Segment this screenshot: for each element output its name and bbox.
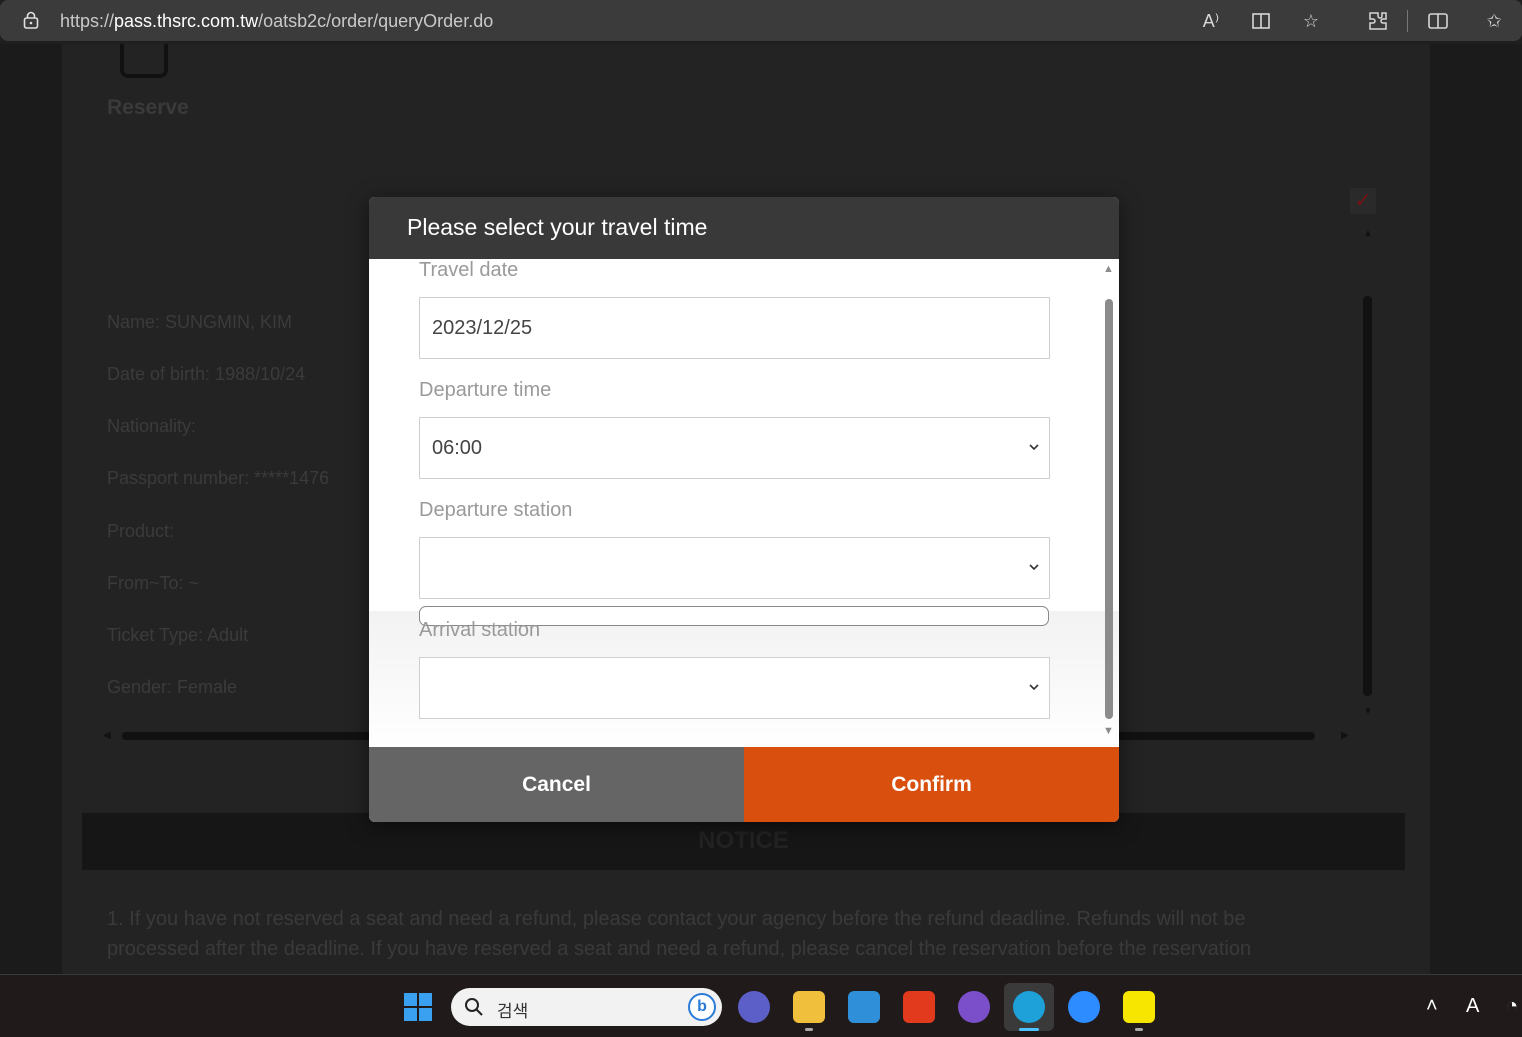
chevron-down-icon [1029,564,1039,571]
edge-icon[interactable] [1013,991,1045,1023]
kakaotalk-icon[interactable] [1123,991,1155,1023]
chevron-down-icon [1029,444,1039,451]
notepad-icon[interactable] [848,991,880,1023]
departure-station-label: Departure station [419,499,573,521]
departure-station-select[interactable] [419,537,1050,599]
running-indicator [1135,1028,1143,1031]
scroll-down-arrow-icon: ▼ [1363,706,1373,717]
lock-icon[interactable] [22,11,40,29]
info-passport: Passport number: *****1476 [107,468,330,488]
info-route: From~To: ~ [107,573,200,593]
dialog-title: Please select your travel time [407,214,708,240]
info-name: Name: SUNGMIN, KIM [107,312,293,332]
departure-time-value: 06:00 [432,437,483,459]
info-ticket-type: Ticket Type: Adult [107,625,249,645]
read-aloud-icon[interactable]: A⁾ [1199,9,1223,33]
zoom-icon[interactable] [1068,991,1100,1023]
dialog-scroll-down-icon[interactable]: ▼ [1103,725,1114,737]
travel-date-input[interactable]: 2023/12/25 [419,297,1050,359]
scroll-left-arrow-icon: ◀ [103,730,111,741]
address-bar[interactable]: https://pass.thsrc.com.tw/oatsb2c/order/… [0,0,1522,41]
reserve-icon [120,44,168,78]
windows-taskbar: 검색 b ˄ A ◔ [0,974,1522,1037]
split-screen-icon[interactable] [1426,9,1450,33]
immersive-reader-icon[interactable] [1250,9,1274,33]
vertical-scrollbar [1363,296,1372,696]
chevron-down-icon [1029,684,1039,691]
dialog-body: Travel date 2023/12/25 Departure time 06… [369,259,1119,747]
scroll-up-arrow-icon: ▲ [1363,228,1373,239]
confirm-button[interactable]: Confirm [744,747,1119,822]
scroll-right-arrow-icon: ▶ [1341,730,1349,741]
url-path: /oatsb2c/order/queryOrder.do [258,11,494,31]
toolbar-divider [1407,10,1408,32]
copilot-icon[interactable] [958,991,990,1023]
url-host: pass.thsrc.com.tw [114,11,259,31]
input-method-icon[interactable]: A [1466,995,1479,1018]
active-indicator [1019,1028,1039,1031]
notice-text: 1. If you have not reserved a seat and n… [107,908,1252,960]
checkbox-checked-icon: ✓ [1350,188,1376,214]
info-nationality: Nationality: [107,416,197,436]
dialog-scrollbar-thumb[interactable] [1105,299,1113,719]
cancel-button[interactable]: Cancel [369,747,744,822]
search-placeholder: 검색 [497,1002,529,1022]
notice-title: NOTICE [698,827,789,854]
tray-chevron-up-icon[interactable]: ˄ [1426,995,1438,1018]
file-explorer-icon[interactable] [793,991,825,1023]
office-icon[interactable] [903,991,935,1023]
extensions-icon[interactable] [1366,9,1390,33]
info-product: Product: [107,521,175,541]
url-text[interactable]: https://pass.thsrc.com.tw/oatsb2c/order/… [60,11,493,32]
bing-icon[interactable]: b [688,993,716,1021]
reserve-label: Reserve [107,96,189,119]
travel-date-value: 2023/12/25 [432,317,533,339]
info-gender: Gender: Female [107,677,238,697]
departure-time-label: Departure time [419,379,552,401]
running-indicator [805,1028,813,1031]
travel-date-label: Travel date [419,259,519,281]
favorites-collection-icon[interactable]: ✩ [1482,9,1506,33]
windows-start-icon[interactable] [402,991,434,1023]
taskbar-search-box[interactable]: 검색 b [451,988,722,1026]
arrival-station-label: Arrival station [419,619,541,641]
info-birth: Date of birth: 1988/10/24 [107,364,306,384]
travel-time-dialog: Please select your travel time Travel da… [369,197,1119,822]
dialog-header: Please select your travel time [369,197,1119,259]
search-icon [465,998,483,1016]
wifi-icon[interactable]: ◔ [1506,995,1518,1018]
dialog-scroll-up-icon[interactable]: ▲ [1103,263,1114,275]
url-scheme: https:// [60,11,115,31]
arrival-station-select[interactable] [419,657,1050,719]
departure-time-select[interactable]: 06:00 [419,417,1050,479]
favorite-star-icon[interactable]: ☆ [1299,9,1323,33]
teams-chat-icon[interactable] [738,991,770,1023]
browser-toolbar: https://pass.thsrc.com.tw/oatsb2c/order/… [0,0,1522,44]
